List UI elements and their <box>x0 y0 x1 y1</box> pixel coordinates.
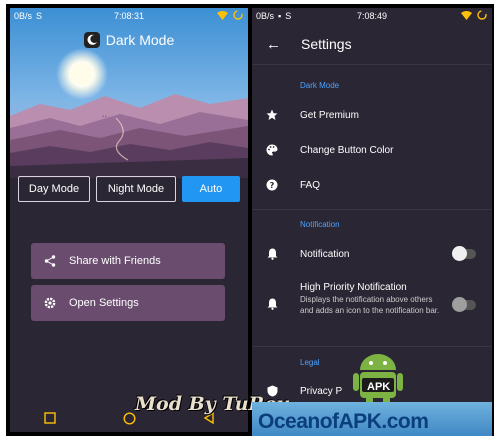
day-mode-button[interactable]: Day Mode <box>18 176 90 202</box>
circle-icon[interactable] <box>122 411 136 425</box>
divider <box>252 209 492 210</box>
mode-selector: Day Mode Night Mode Auto <box>18 176 240 202</box>
gear-icon <box>43 297 57 309</box>
status-time: 7:08:49 <box>356 11 388 21</box>
dark-mode-app-screen: ˄˄ 0B/s S 7:08:31 Dark Mode Day Mode Nig… <box>10 8 248 432</box>
notification-item[interactable]: Notification <box>252 244 492 264</box>
auto-mode-button[interactable]: Auto <box>182 176 240 202</box>
battery-loading-icon <box>477 10 487 20</box>
high-priority-label: High Priority Notification <box>300 282 407 293</box>
oceanofapk-watermark: OceanofAPK.com <box>258 410 429 433</box>
open-settings-label: Open Settings <box>69 297 139 309</box>
toggle-knob <box>452 297 467 312</box>
share-label: Share with Friends <box>69 255 161 267</box>
app-title: Dark Mode <box>105 32 175 48</box>
toggle-knob <box>452 246 467 261</box>
divider <box>252 346 492 347</box>
notification-toggle[interactable] <box>452 246 476 261</box>
wifi-icon <box>217 10 228 20</box>
night-mode-button[interactable]: Night Mode <box>96 176 176 202</box>
wifi-icon <box>461 10 472 20</box>
section-dark-mode: Dark Mode <box>300 81 340 90</box>
notification-label: Notification <box>300 248 350 260</box>
get-premium-label: Get Premium <box>300 109 359 121</box>
status-bar: 0B/s S 7:08:31 <box>10 8 248 26</box>
settings-screen: 0B/s ▪ S 7:08:49 ← Settings Dark Mode Ge… <box>252 8 492 432</box>
share-icon <box>43 255 57 267</box>
high-priority-description: Displays the notification above others a… <box>300 295 440 315</box>
bell-icon <box>262 298 282 310</box>
divider <box>252 64 492 65</box>
star-icon <box>262 109 282 121</box>
share-with-friends-button[interactable]: Share with Friends <box>31 243 225 279</box>
high-priority-toggle[interactable] <box>452 297 476 312</box>
status-time: 7:08:31 <box>113 11 145 21</box>
square-icon[interactable] <box>43 412 56 424</box>
app-title-bar: Dark Mode <box>10 32 248 48</box>
help-circle-icon: ? <box>262 179 282 191</box>
svg-text:?: ? <box>270 181 275 190</box>
get-premium-item[interactable]: Get Premium <box>252 105 492 125</box>
privacy-policy-label: Privacy P <box>300 385 343 397</box>
battery-loading-icon <box>233 10 243 20</box>
palette-icon <box>262 144 282 156</box>
bell-icon <box>262 248 282 260</box>
faq-label: FAQ <box>300 179 321 191</box>
change-button-color-label: Change Button Color <box>300 144 394 156</box>
status-bar: 0B/s ▪ S 7:08:49 <box>252 8 492 26</box>
svg-text:˄˄: ˄˄ <box>102 115 108 122</box>
section-notification: Notification <box>300 220 340 229</box>
settings-toolbar: ← Settings <box>252 26 492 62</box>
open-settings-button[interactable]: Open Settings <box>31 285 225 321</box>
high-priority-notification-item[interactable]: High Priority Notification Displays the … <box>252 282 492 328</box>
faq-item[interactable]: ? FAQ <box>252 175 492 195</box>
apk-badge-text: APK <box>367 381 391 393</box>
moon-app-icon <box>83 32 100 48</box>
change-button-color-item[interactable]: Change Button Color <box>252 140 492 160</box>
android-apk-logo <box>353 354 403 408</box>
back-arrow-icon[interactable]: ← <box>266 36 281 53</box>
section-legal: Legal <box>300 358 320 367</box>
page-title: Settings <box>301 36 352 52</box>
